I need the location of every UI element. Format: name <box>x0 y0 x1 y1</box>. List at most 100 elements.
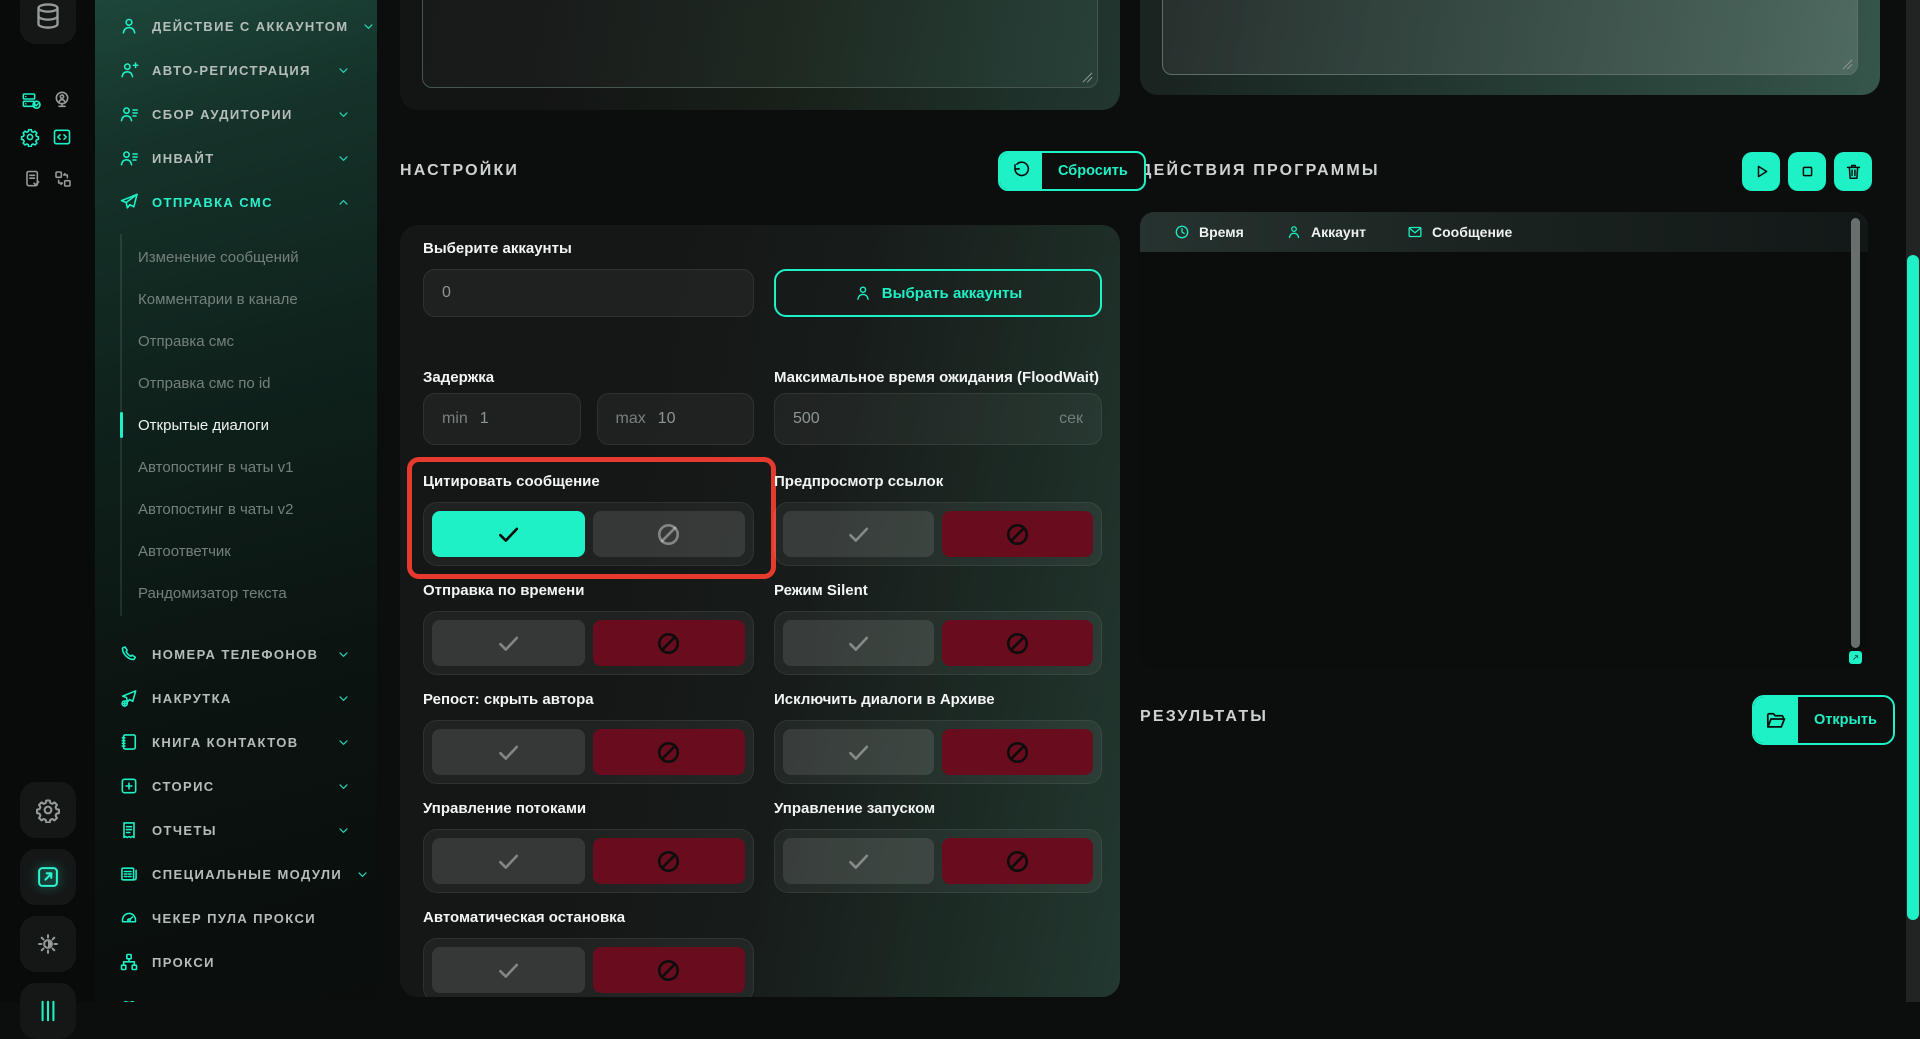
sidebar-item-книга-контактов[interactable]: КНИГА КОНТАКТОВ <box>95 720 377 764</box>
toggle-off-segment[interactable] <box>942 511 1093 557</box>
person-cam-icon[interactable] <box>52 90 72 110</box>
chevron-down-icon <box>336 779 351 794</box>
toggle-field: Репост: скрыть автора <box>423 689 754 784</box>
toggle-on-segment[interactable] <box>783 838 934 884</box>
trash-icon <box>1844 162 1863 181</box>
sidebar-subitem[interactable]: Отправка смс <box>122 320 377 362</box>
swap-icon[interactable] <box>53 169 73 189</box>
sidebar-item-label: ИНВАЙТ <box>152 151 323 166</box>
actions-title: ДЕЙСТВИЯ ПРОГРАММЫ <box>1140 162 1380 180</box>
toggle-on-segment[interactable] <box>432 620 585 666</box>
trash-button[interactable] <box>1834 152 1872 191</box>
sidebar-item-label: НАКРУТКА <box>152 691 323 706</box>
toggle-field: Управление запуском <box>774 798 1102 893</box>
stop-button[interactable] <box>1788 152 1826 191</box>
toggle-off-segment[interactable] <box>593 511 746 557</box>
toggle-on-segment[interactable] <box>432 729 585 775</box>
sidebar-subitem[interactable]: Автоответчик <box>122 530 377 572</box>
plus-square-icon <box>119 776 139 796</box>
sidebar-item-чекер-пула-прокси[interactable]: ЧЕКЕР ПУЛА ПРОКСИ <box>95 896 377 940</box>
sun-icon <box>35 931 61 957</box>
log-top-textarea[interactable] <box>1162 0 1858 75</box>
floodwait-input[interactable]: 500 сек <box>774 393 1102 445</box>
gear-icon[interactable] <box>20 127 40 147</box>
sidebar-item-отправка-смс[interactable]: ОТПРАВКА СМС <box>95 180 377 224</box>
delay-max-input[interactable]: max 10 <box>597 393 755 445</box>
sidebar-item-партнеры[interactable]: ПАРТНЕРЫ <box>95 984 377 1002</box>
sidebar-item-специальные-модули[interactable]: СПЕЦИАЛЬНЫЕ МОДУЛИ <box>95 852 377 896</box>
chevron-down-icon <box>336 647 351 662</box>
delay-min-input[interactable]: min 1 <box>423 393 581 445</box>
sidebar-subitem[interactable]: Отправка смс по id <box>122 362 377 404</box>
toggle-on-segment[interactable] <box>432 511 585 557</box>
sidebar-item-номера-телефонов[interactable]: НОМЕРА ТЕЛЕФОНОВ <box>95 632 377 676</box>
toggle-on-segment[interactable] <box>783 511 934 557</box>
toggle-off-segment[interactable] <box>593 729 746 775</box>
choose-accounts-field: Выбрать аккаунты <box>774 238 1102 317</box>
sidebar-item-авто-регистрация[interactable]: АВТО-РЕГИСТРАЦИЯ <box>95 48 377 92</box>
toggle-on-segment[interactable] <box>432 947 585 993</box>
toggle-label: Цитировать сообщение <box>423 471 754 493</box>
sidebar-item-отчеты[interactable]: ОТЧЕТЫ <box>95 808 377 852</box>
column-label: Сообщение <box>1432 224 1512 240</box>
check-icon <box>845 630 872 657</box>
toggle-on-segment[interactable] <box>432 838 585 884</box>
page-scrollbar-thumb[interactable] <box>1907 255 1919 920</box>
stop-icon <box>1798 162 1817 181</box>
sidebar-subitem[interactable]: Рандомизатор текста <box>122 572 377 614</box>
page-scrollbar[interactable] <box>1906 0 1920 1002</box>
chevron-down-icon <box>336 823 351 838</box>
message-textarea[interactable] <box>422 0 1098 88</box>
toggle-off-segment[interactable] <box>942 729 1093 775</box>
sliders-button[interactable] <box>20 983 76 1039</box>
toggle-off-segment[interactable] <box>593 620 746 666</box>
choose-accounts-button[interactable]: Выбрать аккаунты <box>774 269 1102 317</box>
server-check-icon[interactable] <box>21 91 41 111</box>
table-scrollbar[interactable] <box>1851 218 1860 648</box>
sidebar-subitem[interactable]: Открытые диалоги <box>122 404 377 446</box>
accounts-input[interactable]: 0 <box>423 269 754 317</box>
sidebar-item-действие-с-аккаунтом[interactable]: ДЕЙСТВИЕ С АККАУНТОМ <box>95 4 377 48</box>
toggles-grid: Цитировать сообщениеПредпросмотр ссылокО… <box>423 471 1102 997</box>
toggle-on-segment[interactable] <box>783 729 934 775</box>
sidebar-item-накрутка[interactable]: НАКРУТКА <box>95 676 377 720</box>
sidebar-subitem[interactable]: Автопостинг в чаты v1 <box>122 446 377 488</box>
chevron-down-icon <box>336 999 351 1003</box>
sidebar-item-label: АВТО-РЕГИСТРАЦИЯ <box>152 63 323 78</box>
toggle-off-segment[interactable] <box>593 947 746 993</box>
reset-button[interactable]: Сбросить <box>998 151 1146 191</box>
open-results-button[interactable]: Открыть <box>1752 695 1895 745</box>
sidebar-item-прокси[interactable]: ПРОКСИ <box>95 940 377 984</box>
toggle-label: Репост: скрыть автора <box>423 689 754 711</box>
table-resize-grip[interactable] <box>1849 651 1862 664</box>
sidebar-subitem[interactable]: Комментарии в канале <box>122 278 377 320</box>
database-button[interactable] <box>20 0 76 44</box>
program-controls <box>1742 152 1872 191</box>
toggle-switch <box>774 502 1102 566</box>
accounts-field: Выберите аккаунты 0 <box>423 238 754 317</box>
sidebar-subitem[interactable]: Изменение сообщений <box>122 236 377 278</box>
floodwait-unit: сек <box>1059 410 1083 428</box>
toggle-off-segment[interactable] <box>593 838 746 884</box>
check-icon <box>495 957 522 984</box>
chevron-up-icon <box>336 195 351 210</box>
external-link-button[interactable] <box>20 849 76 905</box>
sidebar-subitem[interactable]: Автопостинг в чаты v2 <box>122 488 377 530</box>
doc-check-icon[interactable] <box>23 169 43 189</box>
sidebar-item-сбор-аудитории[interactable]: СБОР АУДИТОРИИ <box>95 92 377 136</box>
network-icon <box>119 952 139 972</box>
toggle-on-segment[interactable] <box>783 620 934 666</box>
gear-button[interactable] <box>20 782 76 838</box>
chevron-down-icon <box>336 151 351 166</box>
results-title: РЕЗУЛЬТАТЫ <box>1140 708 1268 726</box>
toggle-field: Автоматическая остановка <box>423 907 754 997</box>
toggle-switch <box>423 829 754 893</box>
toggle-off-segment[interactable] <box>942 620 1093 666</box>
play-button[interactable] <box>1742 152 1780 191</box>
sidebar-item-инвайт[interactable]: ИНВАЙТ <box>95 136 377 180</box>
code-window-icon[interactable] <box>52 127 72 147</box>
mail-icon <box>1407 224 1423 240</box>
sun-button[interactable] <box>20 916 76 972</box>
sidebar-item-сторис[interactable]: СТОРИС <box>95 764 377 808</box>
toggle-off-segment[interactable] <box>942 838 1093 884</box>
